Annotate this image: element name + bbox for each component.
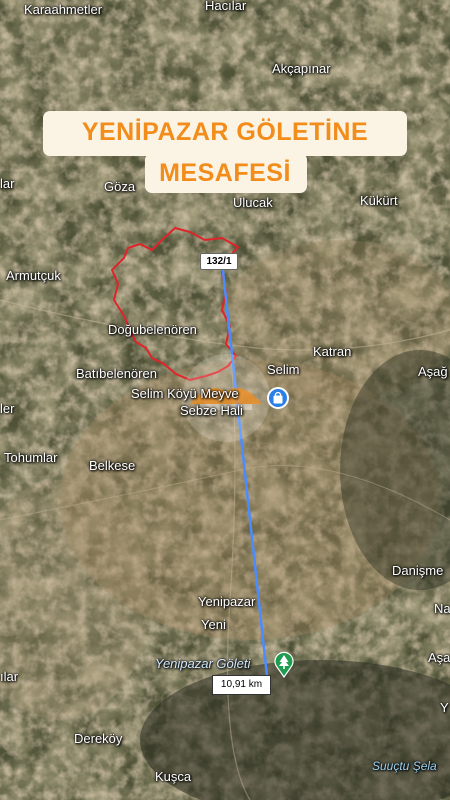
road-number-shield: 132/1	[200, 253, 238, 270]
place-label[interactable]: ler	[0, 401, 14, 416]
place-label[interactable]: Yeni	[201, 617, 226, 632]
place-label[interactable]: Doğubelenören	[108, 322, 197, 337]
place-label[interactable]: Katran	[313, 344, 351, 359]
place-label[interactable]: Danişme	[392, 563, 443, 578]
place-label[interactable]: Selim	[267, 362, 300, 377]
place-label[interactable]: Yenipazar	[198, 594, 255, 609]
place-label[interactable]: Karaahmetler	[24, 2, 102, 17]
place-label[interactable]: Na	[434, 601, 450, 616]
place-label[interactable]: Hacılar	[205, 0, 246, 13]
place-label[interactable]: ılar	[0, 669, 18, 684]
place-label[interactable]: Yenipazar Göleti	[155, 656, 250, 671]
place-label[interactable]: Sebze Hali	[180, 403, 243, 418]
place-label[interactable]: Tohumlar	[4, 450, 57, 465]
place-label[interactable]: Batıbelenören	[76, 366, 157, 381]
place-label[interactable]: Dereköy	[74, 731, 122, 746]
place-label[interactable]: Suuçtu Şela	[372, 759, 437, 773]
place-label[interactable]: Aşağ	[418, 364, 448, 379]
place-label[interactable]: Aşa	[428, 650, 450, 665]
tree-icon[interactable]	[270, 650, 298, 678]
distance-label: 10,91 km	[212, 675, 271, 695]
place-label[interactable]: Kuşca	[155, 769, 191, 784]
place-label[interactable]: lar	[0, 176, 14, 191]
title-banner: YENİPAZAR GÖLETİNE MESAFESİ	[43, 111, 407, 193]
shopping-bag-icon[interactable]	[266, 386, 290, 410]
place-label[interactable]: Y	[440, 700, 449, 715]
place-label[interactable]: Belkese	[89, 458, 135, 473]
title-line-2: MESAFESİ	[159, 159, 291, 187]
place-label[interactable]: Akçapınar	[272, 61, 331, 76]
place-label[interactable]: Ulucak	[233, 195, 273, 210]
place-label[interactable]: Selim Köyü Meyve	[131, 386, 239, 401]
place-label[interactable]: Armutçuk	[6, 268, 61, 283]
title-line-1: YENİPAZAR GÖLETİNE	[81, 118, 369, 146]
place-label[interactable]: Kükürt	[360, 193, 398, 208]
